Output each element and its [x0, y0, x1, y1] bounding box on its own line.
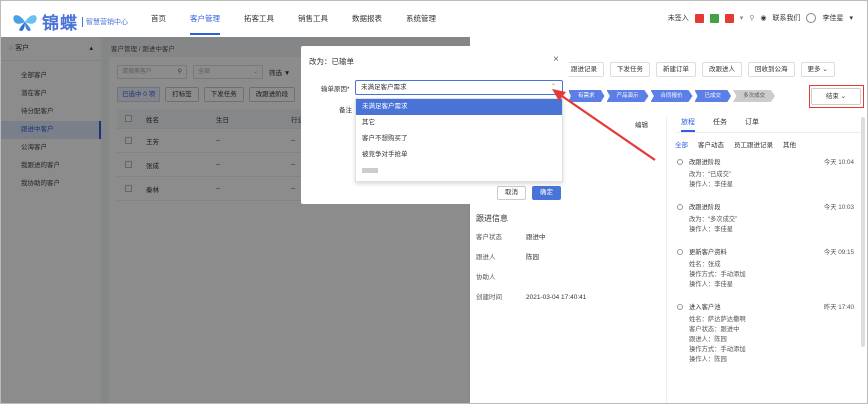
arrow-line — [555, 91, 656, 161]
annotation-arrow — [552, 89, 656, 161]
arrow-head-icon — [552, 89, 566, 101]
